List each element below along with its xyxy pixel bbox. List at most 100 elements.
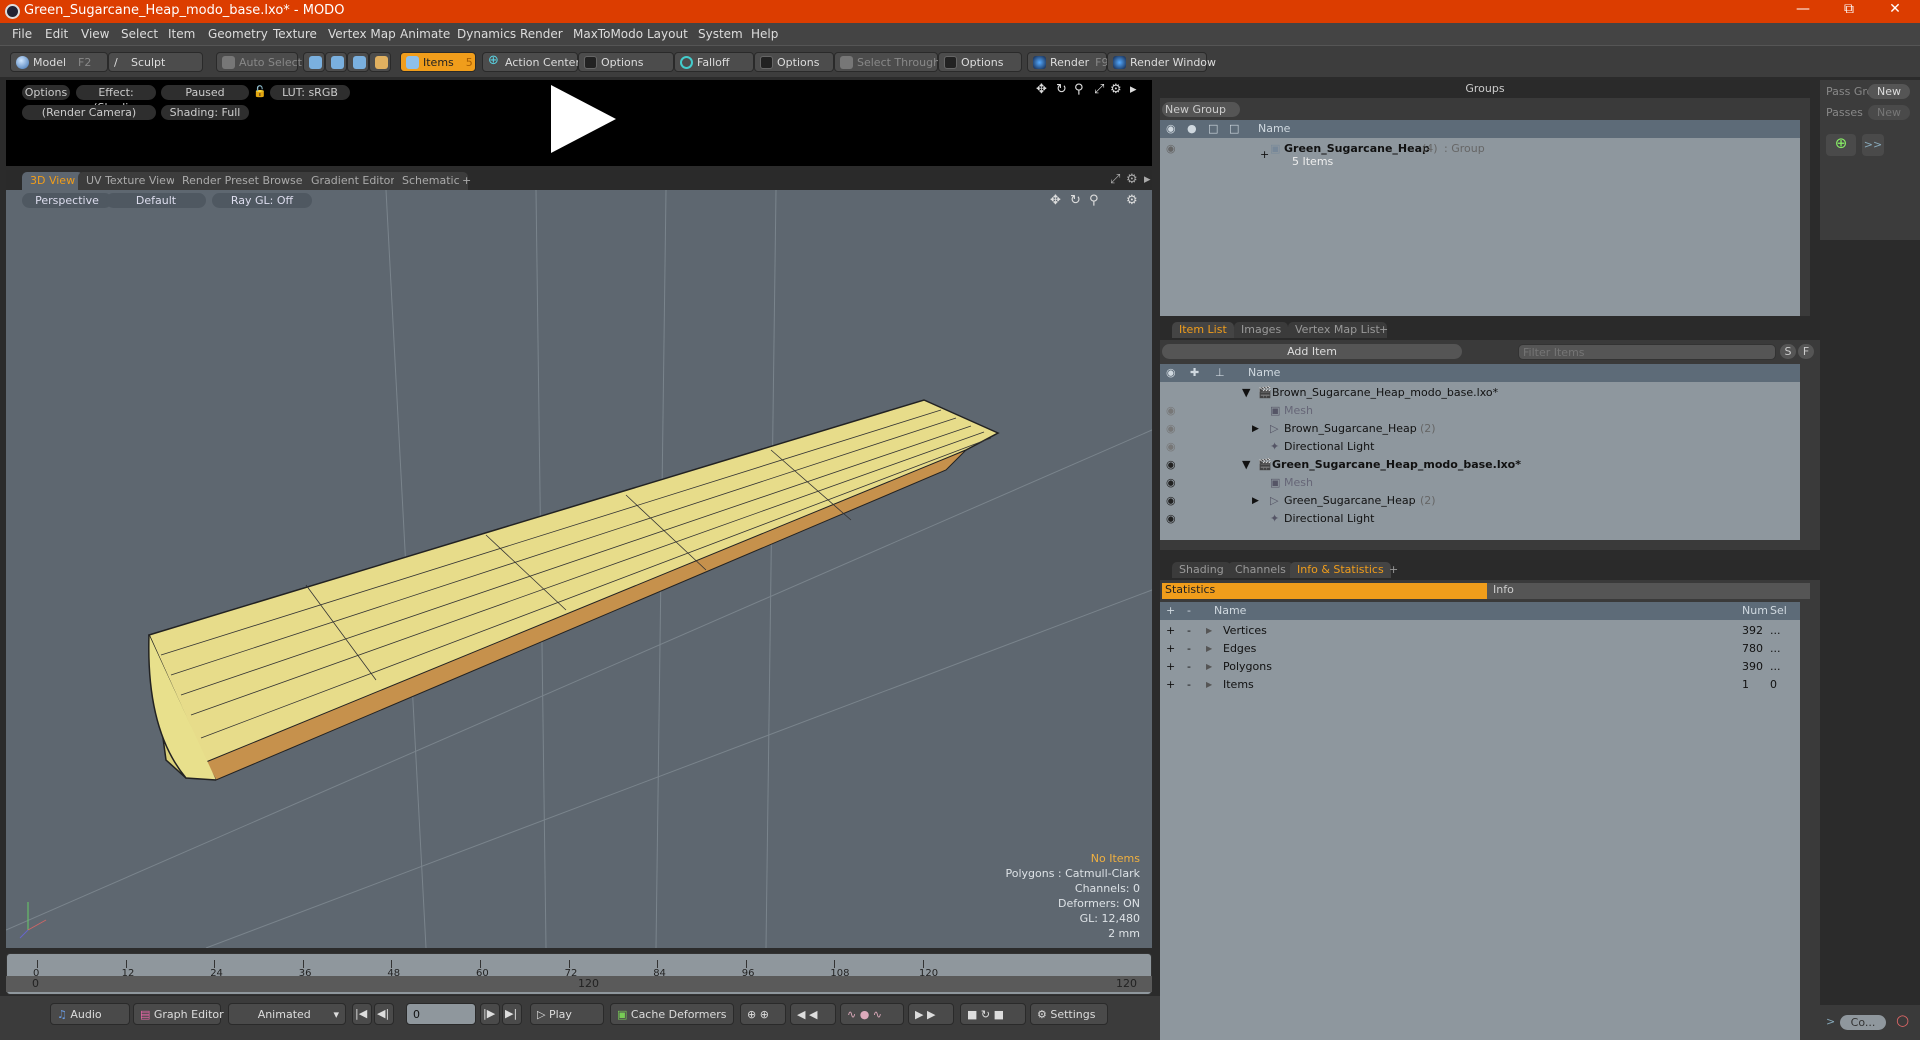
preview-options-button[interactable]: Options — [22, 85, 70, 100]
shading-dropdown[interactable]: Shading: Full — [161, 105, 249, 120]
visibility-toggle[interactable]: ◉ — [1166, 140, 1176, 158]
expand-icon[interactable]: ▶ — [1206, 622, 1212, 640]
action-center-options-button[interactable]: Options — [578, 52, 674, 72]
menu-animate[interactable]: Animate — [400, 27, 450, 41]
item-row[interactable]: ◉ ▶ ▷ Green_Sugarcane_Heap (2) — [1160, 492, 1800, 510]
remove-icon[interactable]: - — [1187, 676, 1191, 694]
action-center-button[interactable]: ⊕ Action Center — [482, 52, 580, 72]
statistics-subtab[interactable]: Statistics — [1162, 583, 1487, 599]
falloff-button[interactable]: Falloff — [674, 52, 754, 72]
item-row[interactable]: ◉ ▶ ▷ Brown_Sugarcane_Heap (2) — [1160, 420, 1800, 438]
expand-icon[interactable]: ▶ — [1252, 492, 1259, 510]
play-preview-icon[interactable] — [551, 85, 616, 153]
menu-view[interactable]: View — [81, 27, 109, 41]
f-button[interactable]: F — [1798, 344, 1814, 359]
expand-icon[interactable]: ▶ — [1206, 676, 1212, 694]
arrow-right-icon[interactable]: ▸ — [1144, 172, 1151, 187]
menu-system[interactable]: System — [698, 27, 743, 41]
forward-button[interactable]: >> — [1862, 134, 1884, 156]
new-pass-group-button[interactable]: New — [1868, 84, 1910, 99]
add-icon[interactable]: + — [1166, 658, 1175, 676]
menu-texture[interactable]: Texture — [273, 27, 317, 41]
step-forward-button[interactable]: |▶ — [480, 1003, 500, 1025]
visibility-toggle[interactable]: ◉ — [1166, 438, 1176, 456]
menu-vertex-map[interactable]: Vertex Map — [328, 27, 396, 41]
s-button[interactable]: S — [1780, 344, 1796, 359]
menu-select[interactable]: Select — [121, 27, 158, 41]
tab-3d-view[interactable]: 3D View — [22, 172, 84, 190]
visibility-toggle[interactable]: ◉ — [1166, 402, 1176, 420]
add-tab-button[interactable]: + — [1382, 562, 1405, 578]
tab-uv-texture-view[interactable]: UV Texture View — [78, 172, 183, 190]
menu-render[interactable]: Render — [520, 27, 563, 41]
visibility-toggle[interactable]: ◉ — [1166, 492, 1176, 510]
restore-button[interactable]: ⧉ — [1829, 1, 1869, 21]
3d-viewport[interactable]: Perspective Default Ray GL: Off ✥ ↻ ⚲ ⚙ — [6, 190, 1152, 948]
tab-channels[interactable]: Channels — [1228, 562, 1293, 578]
go-to-end-button[interactable]: ▶| — [502, 1003, 522, 1025]
close-button[interactable]: ✕ — [1875, 1, 1915, 21]
graph-editor-button[interactable]: ▤ Graph Editor — [133, 1003, 224, 1025]
auto-select-button[interactable]: Auto Select — [216, 52, 302, 72]
select-vertices-button[interactable] — [303, 52, 325, 72]
expand-icon[interactable]: + — [1260, 146, 1269, 164]
gear-icon[interactable]: ⚙ — [1126, 172, 1138, 187]
step-back-button[interactable]: ◀| — [374, 1003, 394, 1025]
tab-images[interactable]: Images — [1234, 322, 1289, 338]
move-icon[interactable]: ✥ — [1036, 82, 1047, 97]
select-through-options-button[interactable]: Options — [938, 52, 1022, 72]
menu-help[interactable]: Help — [751, 27, 778, 41]
falloff-options-button[interactable]: Options — [754, 52, 834, 72]
next-key-buttons[interactable]: ▶ ▶ — [908, 1003, 954, 1025]
group-row[interactable]: ◉ + ▣ Green_Sugarcane_Heap (4) : Group 5… — [1160, 140, 1800, 170]
remove-icon[interactable]: - — [1187, 622, 1191, 640]
record-macro-icon[interactable]: ○ — [1896, 1011, 1909, 1029]
menu-dynamics[interactable]: Dynamics — [457, 27, 516, 41]
animated-dropdown[interactable]: Animated ▾ — [228, 1003, 346, 1025]
arrow-right-icon[interactable]: ▸ — [1130, 82, 1137, 97]
tab-item-list[interactable]: Item List — [1172, 322, 1234, 338]
menu-layout[interactable]: Layout — [647, 27, 688, 41]
add-pass-icon[interactable]: ⊕ — [1826, 134, 1856, 156]
info-subtab[interactable]: Info — [1487, 583, 1810, 599]
tab-gradient-editor[interactable]: Gradient Editor — [303, 172, 403, 190]
select-edges-button[interactable] — [325, 52, 347, 72]
menu-maxtomodo[interactable]: MaxToModo — [573, 27, 643, 41]
new-group-button[interactable]: New Group — [1162, 102, 1240, 117]
render-window-button[interactable]: Render Window — [1107, 52, 1216, 72]
zoom-icon[interactable]: ⚲ — [1074, 82, 1084, 97]
remove-icon[interactable]: - — [1187, 640, 1191, 658]
prev-next-key-buttons[interactable]: ◀ ◀ — [790, 1003, 836, 1025]
collapse-icon[interactable]: ▼ — [1242, 384, 1250, 402]
item-row[interactable]: ◉ ▣ Mesh — [1160, 474, 1800, 492]
add-item-button[interactable]: Add Item — [1162, 344, 1462, 359]
key-io-buttons[interactable]: ⊕ ⊕ — [740, 1003, 786, 1025]
gear-icon[interactable]: ⚙ — [1110, 82, 1122, 97]
play-button[interactable]: ▷ Play — [530, 1003, 604, 1025]
rotate-icon[interactable]: ↻ — [1056, 82, 1067, 97]
key-tools-buttons[interactable]: ■ ↻ ■ — [960, 1003, 1026, 1025]
item-row[interactable]: ◉ ▣ Mesh — [1160, 402, 1800, 420]
maximize-icon[interactable]: ⤢ — [1094, 82, 1104, 97]
select-materials-button[interactable] — [369, 52, 391, 72]
lut-dropdown[interactable]: LUT: sRGB — [270, 85, 350, 100]
menu-file[interactable]: File — [12, 27, 32, 41]
maximize-icon[interactable]: ⤢ — [1110, 172, 1120, 187]
menu-geometry[interactable]: Geometry — [208, 27, 268, 41]
go-to-start-button[interactable]: |◀ — [352, 1003, 372, 1025]
menu-edit[interactable]: Edit — [45, 27, 68, 41]
camera-dropdown[interactable]: (Render Camera) — [22, 105, 156, 120]
add-icon[interactable]: + — [1166, 622, 1175, 640]
tab-render-preset-browser[interactable]: Render Preset Browser — [174, 172, 316, 190]
stat-row[interactable]: + - ▶ Polygons 390... — [1160, 658, 1800, 676]
record-buttons[interactable]: ∿ ● ∿ — [840, 1003, 904, 1025]
minimize-button[interactable]: — — [1783, 1, 1823, 21]
stat-row[interactable]: + - ▶ Items 1 0 — [1160, 676, 1800, 694]
stat-row[interactable]: + - ▶ Edges 780... — [1160, 640, 1800, 658]
cache-deformers-button[interactable]: ▣ Cache Deformers — [610, 1003, 734, 1025]
settings-button[interactable]: ⚙ Settings — [1030, 1003, 1108, 1025]
collapse-icon[interactable]: ▼ — [1242, 456, 1250, 474]
item-row[interactable]: ▼ 🎬 Brown_Sugarcane_Heap_modo_base.lxo* — [1160, 384, 1800, 402]
item-row[interactable]: ◉ ✦ Directional Light — [1160, 510, 1800, 528]
audio-button[interactable]: ♫ Audio — [50, 1003, 130, 1025]
